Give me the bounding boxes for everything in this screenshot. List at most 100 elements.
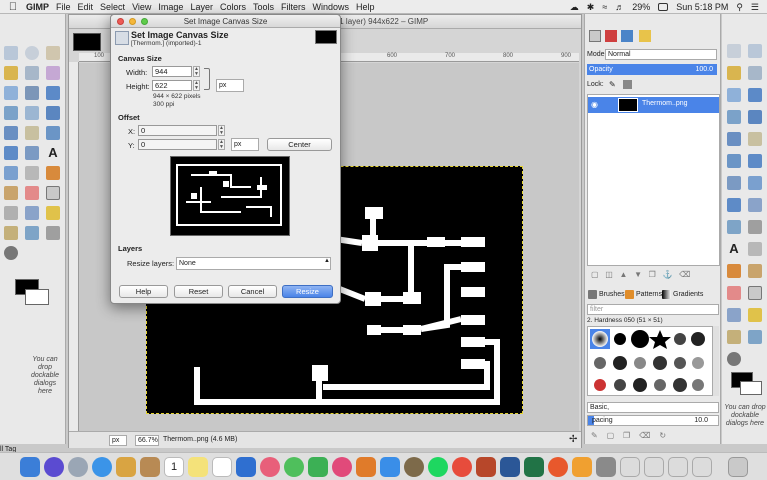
dock-tool-22-icon[interactable] <box>727 286 741 300</box>
chrome-icon[interactable] <box>452 457 472 477</box>
tab-gradients[interactable]: Gradients <box>660 288 703 302</box>
downloads-stack-icon[interactable] <box>644 457 664 477</box>
y-offset-spinner[interactable]: ▲ ▼ <box>218 139 225 150</box>
color-picker-tool-icon[interactable] <box>46 86 60 100</box>
offset-preview[interactable] <box>170 156 290 236</box>
brush-scrollbar[interactable] <box>713 326 719 396</box>
text-tool-icon[interactable]: A <box>46 146 60 160</box>
dock-tool-10-icon[interactable] <box>748 132 762 146</box>
help-button[interactable]: Help <box>119 285 168 298</box>
spotify-icon[interactable] <box>428 457 448 477</box>
navigate-icon[interactable]: ✢ <box>569 434 577 445</box>
list-icon[interactable]: ☰ <box>751 2 759 13</box>
dock-tool-2-icon[interactable] <box>748 44 762 58</box>
zoom-tool-icon[interactable] <box>4 106 18 120</box>
height-field[interactable]: 622 <box>152 80 192 91</box>
channels-tab-icon[interactable] <box>605 30 617 42</box>
stack-icon[interactable] <box>692 457 712 477</box>
menu-select[interactable]: Select <box>100 0 132 14</box>
dock-tool-6-icon[interactable] <box>748 88 762 102</box>
launchpad-icon[interactable] <box>68 457 88 477</box>
dock-tool-8-icon[interactable] <box>748 110 762 124</box>
center-button[interactable]: Center <box>267 138 332 151</box>
dock-tool-25-icon[interactable] <box>748 308 762 322</box>
menu-app-name[interactable]: GIMP <box>26 0 56 14</box>
brush-preset-select[interactable]: Basic, <box>587 402 719 413</box>
heal-tool-icon[interactable] <box>46 206 60 220</box>
raise-layer-icon[interactable]: ▲ <box>619 270 627 279</box>
cancel-button[interactable]: Cancel <box>228 285 277 298</box>
undo-tab-icon[interactable] <box>639 30 651 42</box>
bluetooth-icon[interactable]: ✱ <box>587 2 595 13</box>
recent-items-icon[interactable] <box>668 457 688 477</box>
menu-colors[interactable]: Colors <box>220 0 253 14</box>
zoom-select[interactable]: 66.7% <box>135 435 159 446</box>
battery-percent[interactable]: 29% <box>632 2 650 12</box>
rotate-tool-icon[interactable] <box>46 126 60 140</box>
blur-tool-icon[interactable] <box>25 226 39 240</box>
x-offset-spinner[interactable]: ▲ ▼ <box>218 125 225 136</box>
duplicate-layer-icon[interactable]: ❐ <box>649 270 656 279</box>
blend-tool-icon[interactable] <box>25 166 39 180</box>
music-icon[interactable] <box>332 457 352 477</box>
refresh-brushes-icon[interactable]: ↻ <box>659 431 666 440</box>
firefox-icon[interactable] <box>548 457 568 477</box>
dock-tool-27-icon[interactable] <box>748 330 762 344</box>
airbrush-tool-icon[interactable] <box>46 186 60 200</box>
crop-tool-icon[interactable] <box>25 126 39 140</box>
canvas-unit-select[interactable]: px <box>216 79 244 92</box>
rect-select-tool-icon[interactable] <box>4 46 18 60</box>
dock-tool-4-icon[interactable] <box>748 66 762 80</box>
scale-tool-icon[interactable] <box>4 146 18 160</box>
y-offset-field[interactable]: 0 <box>138 139 217 150</box>
anchor-layer-icon[interactable]: ⚓ <box>663 270 673 279</box>
edit-brush-icon[interactable]: ✎ <box>591 431 598 440</box>
delete-layer-icon[interactable]: ⌫ <box>679 270 690 279</box>
facetime-icon[interactable] <box>308 457 328 477</box>
dock-tool-9-icon[interactable] <box>727 132 741 146</box>
menu-edit[interactable]: Edit <box>78 0 101 14</box>
new-group-icon[interactable]: ◫ <box>605 270 613 279</box>
search-icon[interactable]: ⚲ <box>736 2 743 13</box>
paths-tab-icon[interactable] <box>621 30 633 42</box>
word-icon[interactable] <box>500 457 520 477</box>
move-tool-icon[interactable] <box>46 106 60 120</box>
dock-tool-21-icon[interactable] <box>748 264 762 278</box>
opacity-slider[interactable]: Opacity 100.0 <box>587 64 717 75</box>
dock-text-tool-icon[interactable]: A <box>727 242 741 256</box>
app-store-icon[interactable] <box>380 457 400 477</box>
smudge-tool-icon[interactable] <box>46 226 60 240</box>
dock-tool-5-icon[interactable] <box>727 88 741 102</box>
eraser-tool-icon[interactable] <box>25 186 39 200</box>
vertical-ruler[interactable] <box>69 62 79 432</box>
dock-tool-24-icon[interactable] <box>727 308 741 322</box>
mode-select[interactable]: Normal <box>605 49 717 60</box>
menu-help[interactable]: Help <box>356 0 382 14</box>
duplicate-brush-icon[interactable]: ❐ <box>623 431 630 440</box>
brush-filter-input[interactable]: filter <box>587 304 719 315</box>
dock-tool-19-icon[interactable] <box>748 242 762 256</box>
layer-row[interactable]: ◉ Thermom..png <box>588 97 719 113</box>
excel-icon[interactable] <box>524 457 544 477</box>
paths-tool-icon[interactable] <box>25 86 39 100</box>
menu-image[interactable]: Image <box>158 0 190 14</box>
menu-windows[interactable]: Windows <box>312 0 356 14</box>
trash-icon[interactable] <box>728 457 748 477</box>
reset-button[interactable]: Reset <box>174 285 223 298</box>
dock-tool-17-icon[interactable] <box>727 220 741 234</box>
dock-tool-16-icon[interactable] <box>748 198 762 212</box>
spacing-slider[interactable]: pacing 10.0 <box>587 415 719 426</box>
safari-icon[interactable] <box>92 457 112 477</box>
dodge-burn-tool-icon[interactable] <box>4 246 18 260</box>
messages-icon[interactable] <box>284 457 304 477</box>
menu-file[interactable]: File <box>56 0 78 14</box>
reminders-icon[interactable] <box>212 457 232 477</box>
dock-tool-13-icon[interactable] <box>727 176 741 190</box>
dock-tool-14-icon[interactable] <box>748 176 762 190</box>
layers-tab-icon[interactable] <box>589 30 601 42</box>
flip-tool-icon[interactable] <box>4 166 18 180</box>
tab-brushes[interactable]: Brushes <box>586 288 625 302</box>
documents-folder-icon[interactable] <box>620 457 640 477</box>
dock-tool-7-icon[interactable] <box>727 110 741 124</box>
dock-tool-20-icon[interactable] <box>727 264 741 278</box>
